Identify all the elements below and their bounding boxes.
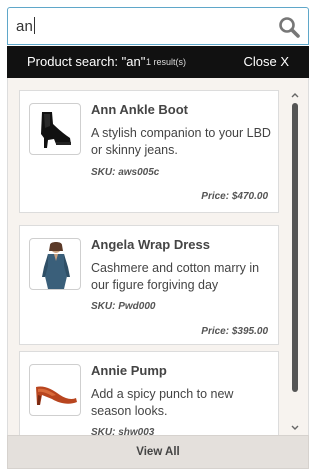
product-thumbnail-boot (29, 103, 81, 155)
red-pump-image (36, 386, 77, 405)
search-field[interactable]: an (7, 7, 309, 45)
chevron-up-icon[interactable] (290, 90, 300, 100)
product-sku: SKU: Pwd000 (91, 301, 156, 312)
results-list[interactable]: Ann Ankle Boot A stylish companion to yo… (7, 78, 309, 435)
search-input[interactable]: an (16, 17, 36, 35)
product-description: Add a spicy punch to new season looks. (91, 387, 234, 418)
product-card[interactable]: Ann Ankle Boot A stylish companion to yo… (19, 90, 279, 213)
results-title: Product search: "an" (27, 54, 146, 69)
product-description: A stylish companion to your LBD or skinn… (91, 126, 271, 157)
results-header: Product search: "an" 1 result(s) Close X (7, 46, 309, 78)
product-description: Cashmere and cotton marry in our figure … (91, 261, 260, 292)
scrollbar[interactable] (286, 78, 304, 435)
chevron-down-icon[interactable] (290, 423, 300, 433)
product-name[interactable]: Annie Pump (91, 363, 167, 378)
close-button[interactable]: Close X (243, 54, 289, 69)
product-name[interactable]: Angela Wrap Dress (91, 237, 210, 252)
view-all-button[interactable]: View All (7, 435, 309, 469)
results-count: 1 result(s) (146, 57, 187, 67)
product-sku: SKU: aws005c (91, 167, 160, 178)
search-icon[interactable] (278, 16, 300, 38)
blue-wrap-dress-image (42, 242, 70, 289)
product-price: Price: $470.00 (201, 191, 268, 202)
text-caret (34, 17, 36, 34)
product-price: Price: $395.00 (201, 326, 268, 337)
product-card[interactable]: Annie Pump Add a spicy punch to new seas… (19, 351, 279, 435)
product-thumbnail-dress (29, 238, 81, 290)
scrollbar-thumb[interactable] (292, 103, 298, 392)
black-ankle-boot-image (41, 112, 71, 148)
product-name[interactable]: Ann Ankle Boot (91, 102, 188, 117)
product-thumbnail-pump (29, 364, 81, 416)
product-search-widget: an Product search: "an" 1 result(s) Clos… (7, 7, 309, 469)
search-input-value: an (16, 18, 34, 35)
product-card[interactable]: Angela Wrap Dress Cashmere and cotton ma… (19, 225, 279, 345)
product-sku: SKU: shw003 (91, 427, 155, 435)
